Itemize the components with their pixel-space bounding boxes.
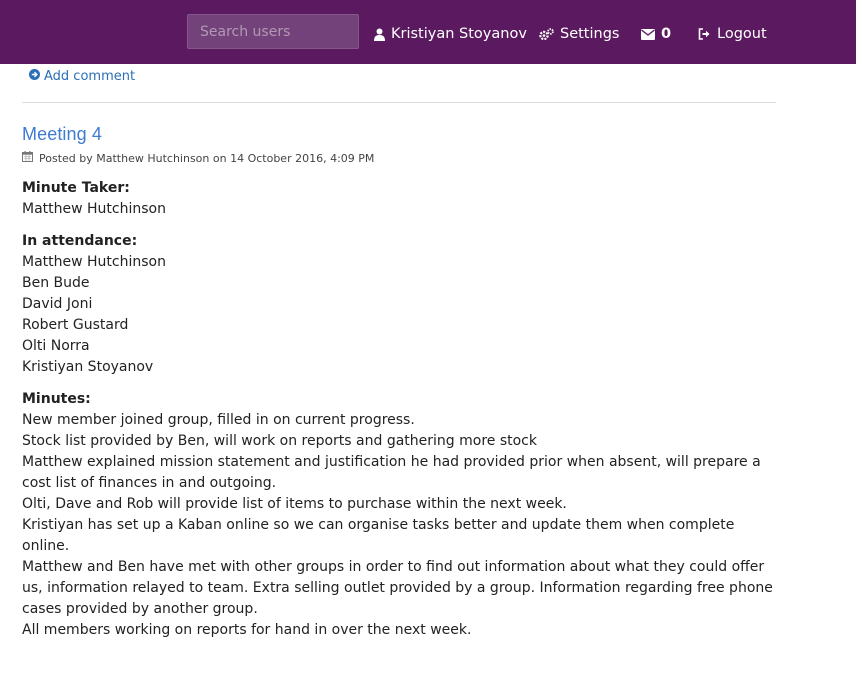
divider: [22, 102, 776, 103]
minutes-item: Olti, Dave and Rob will provide list of …: [22, 496, 567, 512]
attendance-section: In attendance: Matthew Hutchinson Ben Bu…: [22, 231, 782, 378]
messages-count: 0: [661, 26, 672, 42]
add-comment-label: Add comment: [44, 69, 136, 84]
attendee: Kristiyan Stoyanov: [22, 359, 154, 375]
user-name: Kristiyan Stoyanov: [391, 26, 527, 42]
arrow-circle-right-icon: [29, 69, 40, 84]
post-title[interactable]: Meeting 4: [22, 124, 102, 145]
logout-label: Logout: [717, 26, 767, 42]
calendar-icon: [22, 151, 33, 165]
attendee: David Joni: [22, 296, 93, 312]
minutes-item: Matthew explained mission statement and …: [22, 454, 761, 491]
logout-link[interactable]: Logout: [698, 24, 767, 44]
minutes-item: Kristiyan has set up a Kaban online so w…: [22, 517, 735, 554]
minutes-item: New member joined group, filled in on cu…: [22, 412, 415, 428]
attendee: Robert Gustard: [22, 317, 129, 333]
minutes-label: Minutes:: [22, 391, 91, 407]
post-content: Minute Taker: Matthew Hutchinson In atte…: [22, 178, 782, 641]
minutes-item: All members working on reports for hand …: [22, 622, 472, 638]
settings-label: Settings: [560, 26, 620, 42]
attendance-label: In attendance:: [22, 233, 138, 249]
attendee: Olti Norra: [22, 338, 90, 354]
post-meta: Posted by Matthew Hutchinson on 14 Octob…: [22, 151, 374, 165]
settings-link[interactable]: Settings: [539, 24, 619, 44]
minutes-section: Minutes: New member joined group, filled…: [22, 389, 782, 641]
cogs-icon: [539, 27, 554, 41]
messages-link[interactable]: 0: [641, 24, 671, 44]
logout-icon: [698, 28, 711, 40]
minutes-item: Matthew and Ben have met with other grou…: [22, 559, 773, 617]
envelope-icon: [641, 28, 655, 40]
user-icon: [374, 28, 385, 41]
user-profile-link[interactable]: Kristiyan Stoyanov: [374, 24, 527, 44]
minutes-item: Stock list provided by Ben, will work on…: [22, 433, 537, 449]
minute-taker-section: Minute Taker: Matthew Hutchinson: [22, 178, 782, 220]
post-meta-text: Posted by Matthew Hutchinson on 14 Octob…: [39, 151, 375, 165]
top-navbar: Kristiyan Stoyanov Settings 0 Logout: [0, 0, 856, 64]
minute-taker-name: Matthew Hutchinson: [22, 201, 166, 217]
search-input[interactable]: [187, 14, 359, 49]
attendee: Matthew Hutchinson: [22, 254, 166, 270]
attendee: Ben Bude: [22, 275, 90, 291]
minute-taker-label: Minute Taker:: [22, 180, 130, 196]
add-comment-link[interactable]: Add comment: [29, 69, 135, 84]
